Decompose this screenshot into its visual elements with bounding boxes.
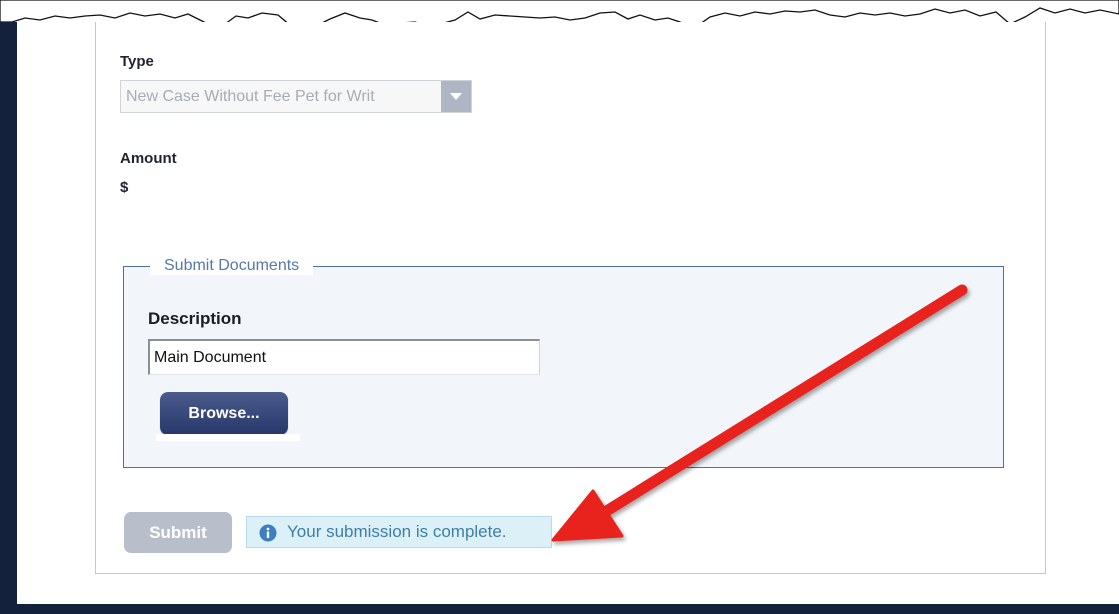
amount-label: Amount	[120, 150, 177, 167]
chevron-down-icon	[450, 93, 462, 100]
submit-documents-legend: Submit Documents	[150, 257, 314, 275]
amount-value: $	[120, 179, 129, 196]
type-label: Type	[120, 53, 154, 70]
submit-button[interactable]: Submit	[124, 512, 232, 553]
status-notice: Your submission is complete.	[246, 516, 552, 548]
dropdown-button[interactable]	[441, 81, 471, 112]
browse-button[interactable]: Browse...	[160, 392, 288, 435]
type-select[interactable]: New Case Without Fee Pet for Writ	[120, 80, 472, 113]
window-frame-left	[0, 22, 17, 614]
description-input[interactable]	[148, 339, 540, 375]
browse-button-underline	[156, 434, 300, 441]
type-select-value: New Case Without Fee Pet for Writ	[126, 88, 375, 105]
description-label: Description	[148, 309, 242, 328]
info-icon	[259, 524, 277, 542]
window-frame-bottom	[0, 604, 1119, 614]
notice-text: Your submission is complete.	[287, 522, 507, 541]
